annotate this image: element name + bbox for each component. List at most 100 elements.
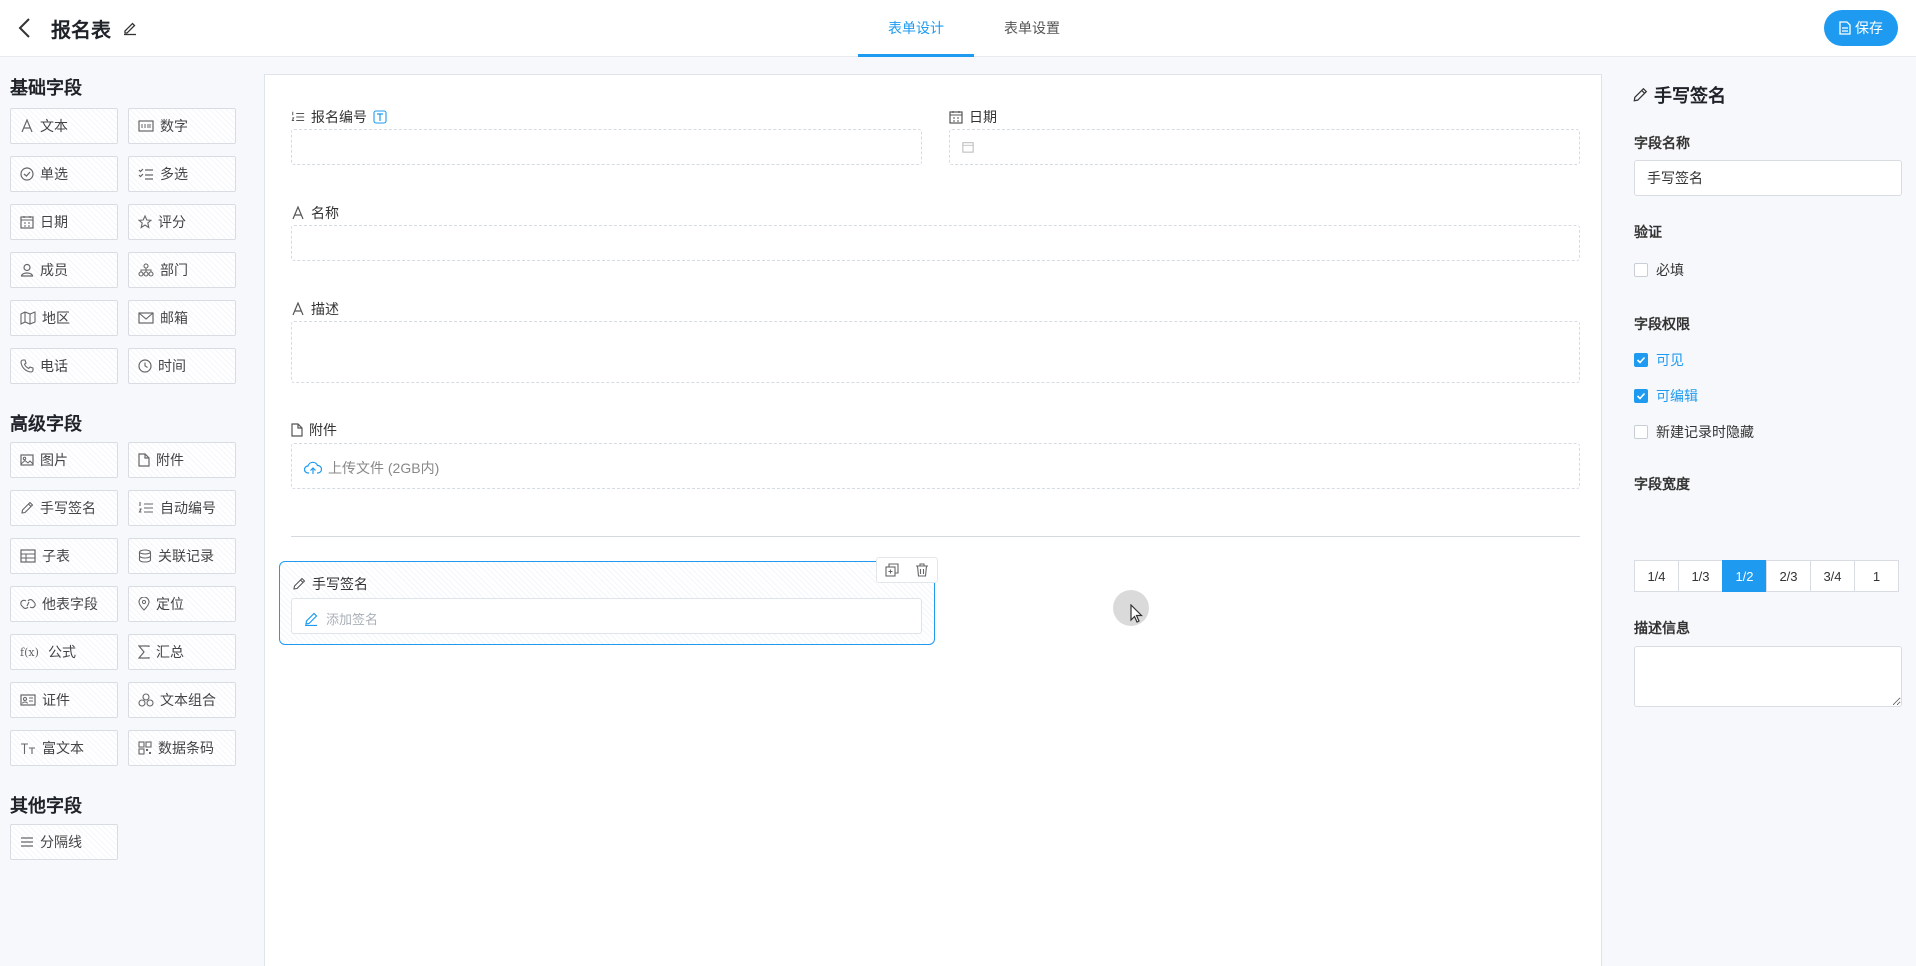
palette-item-department[interactable]: 部门: [128, 252, 236, 288]
back-arrow-icon[interactable]: [14, 16, 38, 40]
phone-icon: [20, 359, 34, 373]
field-label-date: 日期: [949, 107, 997, 127]
checklist-icon: [138, 168, 153, 180]
width-option-1-4[interactable]: 1/4: [1634, 560, 1679, 592]
numbered-list-icon: [291, 111, 305, 121]
palette-item-summary[interactable]: 汇总: [128, 634, 236, 670]
editable-checkbox[interactable]: 可编辑: [1634, 386, 1698, 406]
cloud-upload-icon: [304, 461, 322, 474]
visible-checkbox[interactable]: 可见: [1634, 350, 1684, 370]
visible-checkbox-box: [1634, 353, 1648, 367]
text-icon: [292, 302, 304, 316]
document-icon: [1839, 21, 1851, 35]
name-input[interactable]: [291, 225, 1580, 261]
rich-text-icon: [21, 743, 35, 754]
qr-code-icon: [138, 741, 152, 755]
width-option-1-2[interactable]: 1/2: [1722, 560, 1767, 592]
palette-item-text[interactable]: 文本: [10, 108, 118, 144]
form-divider: [291, 536, 1580, 537]
field-name-label: 字段名称: [1634, 135, 1690, 151]
trash-icon[interactable]: [915, 563, 929, 577]
file-icon: [138, 453, 150, 467]
divider-icon: [21, 837, 33, 847]
save-button[interactable]: 保存: [1824, 10, 1898, 46]
shapes-icon: [138, 693, 154, 707]
map-icon: [20, 311, 36, 325]
header-tabs: 表单设计 表单设置: [858, 0, 1090, 57]
form-title: 报名表: [51, 20, 111, 42]
palette-item-number[interactable]: 数字: [128, 108, 236, 144]
palette-item-region[interactable]: 地区: [10, 300, 118, 336]
field-name-input[interactable]: [1634, 160, 1902, 196]
radio-icon: [20, 167, 34, 181]
field-label-description: 描述: [291, 299, 339, 319]
width-option-2-3[interactable]: 2/3: [1766, 560, 1811, 592]
edit-title-icon[interactable]: [122, 20, 138, 36]
palette-item-linked-record[interactable]: 关联记录: [128, 538, 236, 574]
description-info-textarea[interactable]: [1634, 646, 1902, 707]
palette-item-rich-text[interactable]: 富文本: [10, 730, 118, 766]
pen-icon: [293, 577, 306, 590]
location-pin-icon: [138, 597, 150, 611]
serial-input[interactable]: [291, 129, 922, 165]
numbered-list-icon: [138, 502, 153, 513]
palette-item-id-card[interactable]: 证件: [10, 682, 118, 718]
description-textarea[interactable]: [291, 321, 1580, 383]
pen-icon: [1633, 87, 1648, 102]
other-fields-title: 其他字段: [10, 796, 82, 816]
tab-form-design[interactable]: 表单设计: [858, 0, 974, 57]
upload-prompt: 上传文件 (2GB内): [304, 458, 439, 478]
palette-item-date[interactable]: 日期: [10, 204, 118, 240]
hide-on-new-checkbox-box: [1634, 425, 1648, 439]
field-width-segmented: 1/4 1/3 1/2 2/3 3/4 1: [1634, 560, 1899, 592]
signature-pen-icon: [305, 612, 318, 626]
check-icon: [1636, 392, 1646, 400]
attachment-upload-area[interactable]: 上传文件 (2GB内): [291, 443, 1580, 489]
palette-item-phone[interactable]: 电话: [10, 348, 118, 384]
form-canvas: 报名编号 日期 名称 描述 附件 上传文件 (2GB内) 手写签名 添加签名: [264, 74, 1602, 966]
advanced-fields-title: 高级字段: [10, 414, 82, 434]
basic-fields-title: 基础字段: [10, 78, 82, 98]
calendar-icon: [949, 111, 963, 124]
palette-item-image[interactable]: 图片: [10, 442, 118, 478]
palette-item-other-table-field[interactable]: 他表字段: [10, 586, 118, 622]
palette-item-barcode[interactable]: 数据条码: [128, 730, 236, 766]
palette-item-rating[interactable]: 评分: [128, 204, 236, 240]
palette-item-time[interactable]: 时间: [128, 348, 236, 384]
width-option-1-3[interactable]: 1/3: [1678, 560, 1723, 592]
star-icon: [138, 215, 152, 229]
id-card-icon: [20, 694, 36, 706]
hide-on-new-checkbox[interactable]: 新建记录时隐藏: [1634, 422, 1754, 442]
number-icon: [138, 120, 154, 132]
signature-input[interactable]: 添加签名: [291, 598, 922, 634]
palette-item-member[interactable]: 成员: [10, 252, 118, 288]
validation-label: 验证: [1634, 224, 1662, 240]
formula-icon: f(x): [20, 646, 39, 659]
clock-icon: [138, 359, 152, 373]
mouse-cursor-indicator: [1113, 590, 1149, 626]
palette-item-attachment[interactable]: 附件: [128, 442, 236, 478]
palette-item-email[interactable]: 邮箱: [128, 300, 236, 336]
check-icon: [1636, 356, 1646, 364]
image-icon: [20, 454, 34, 466]
width-option-3-4[interactable]: 3/4: [1810, 560, 1855, 592]
text-icon: [292, 206, 304, 220]
palette-item-single-select[interactable]: 单选: [10, 156, 118, 192]
palette-item-location[interactable]: 定位: [128, 586, 236, 622]
selected-signature-field[interactable]: 手写签名 添加签名: [279, 557, 938, 645]
copy-icon[interactable]: [885, 563, 899, 577]
palette-item-subtable[interactable]: 子表: [10, 538, 118, 574]
org-chart-icon: [138, 263, 154, 277]
palette-item-text-combo[interactable]: 文本组合: [128, 682, 236, 718]
palette-item-divider[interactable]: 分隔线: [10, 824, 118, 860]
table-icon: [20, 549, 36, 563]
field-label-signature: 手写签名: [292, 574, 368, 594]
required-checkbox[interactable]: 必填: [1634, 260, 1684, 280]
tab-form-settings[interactable]: 表单设置: [974, 0, 1090, 57]
palette-item-signature[interactable]: 手写签名: [10, 490, 118, 526]
date-input[interactable]: [949, 129, 1580, 165]
palette-item-multi-select[interactable]: 多选: [128, 156, 236, 192]
width-option-full[interactable]: 1: [1854, 560, 1899, 592]
palette-item-auto-number[interactable]: 自动编号: [128, 490, 236, 526]
palette-item-formula[interactable]: f(x) 公式: [10, 634, 118, 670]
